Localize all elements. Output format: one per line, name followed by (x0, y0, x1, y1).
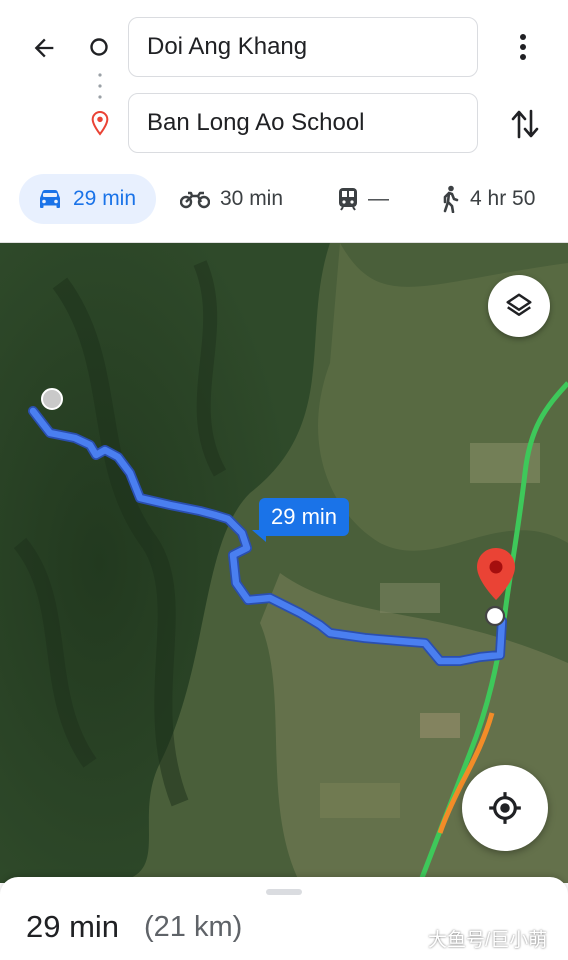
mode-motorcycle[interactable]: 30 min (180, 174, 283, 224)
back-button[interactable] (22, 28, 66, 68)
mode-motorcycle-label: 30 min (220, 187, 284, 210)
watermark-text: 大鱼号/巨小萌 (428, 930, 548, 951)
route-start-point (41, 388, 63, 410)
origin-field[interactable]: Doi Ang Khang (128, 17, 478, 77)
swap-directions-button[interactable] (505, 102, 545, 146)
destination-pin-icon (91, 110, 109, 136)
motorcycle-icon (180, 191, 210, 209)
directions-header: Doi Ang Khang Ban Long Ao School (0, 0, 568, 168)
car-icon (40, 190, 60, 208)
my-location-icon (489, 792, 521, 824)
more-vert-icon (520, 34, 526, 60)
drag-handle[interactable] (266, 889, 302, 895)
satellite-map[interactable]: 29 min (0, 243, 568, 883)
mode-walking[interactable]: 4 hr 50 (440, 174, 535, 224)
mode-driving[interactable]: 29 min (19, 174, 156, 224)
map-layers-button[interactable] (488, 275, 550, 337)
destination-field[interactable]: Ban Long Ao School (128, 93, 478, 153)
travel-mode-bar: 29 min 30 min — 4 hr 50 (0, 168, 568, 243)
mode-transit-label: — (368, 187, 389, 210)
route-duration-label[interactable]: 29 min (259, 498, 350, 536)
route-end-point (484, 605, 506, 627)
my-location-button[interactable] (462, 765, 548, 851)
summary-distance: (21 km) (144, 911, 243, 943)
mode-transit[interactable]: — (338, 174, 389, 224)
arrow-back-icon (34, 38, 54, 58)
walking-icon (443, 185, 459, 213)
mode-driving-label: 29 min (73, 187, 137, 210)
summary-duration: 29 min (26, 909, 120, 944)
train-icon (339, 188, 357, 211)
layers-icon (506, 293, 532, 316)
connector-dots-icon (98, 73, 102, 99)
map-destination-pin-icon[interactable] (474, 546, 518, 608)
more-options-button[interactable] (505, 27, 541, 67)
swap-vert-icon (511, 109, 539, 139)
origin-circle-icon (90, 38, 108, 56)
mode-walking-label: 4 hr 50 (470, 187, 536, 210)
